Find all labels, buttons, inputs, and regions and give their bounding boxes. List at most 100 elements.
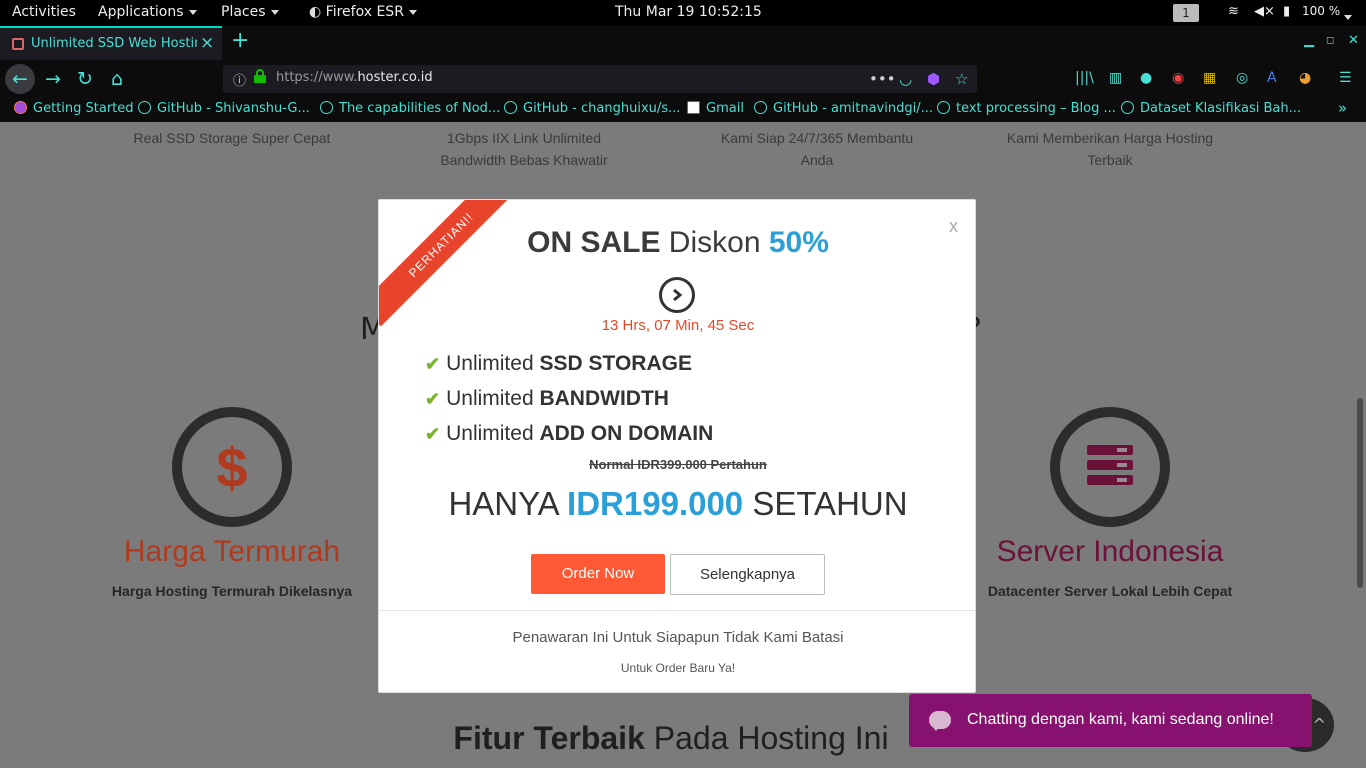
globe-icon (138, 101, 151, 114)
active-tab[interactable]: Unlimited SSD Web Hosting × (0, 26, 222, 60)
back-arrow-icon[interactable]: ← (5, 64, 35, 94)
bookmark-label: GitHub - amitnavindgi/... (773, 101, 933, 116)
film-extension-icon[interactable]: ▦ (1203, 70, 1216, 86)
feature-caption: 1Gbps IIX Link Unlimited Bandwidth Bebas… (440, 130, 608, 168)
globe-icon (754, 101, 767, 114)
promo-modal: PERHATIAN!! x ON SALE Diskon 50% 13 Hrs,… (378, 199, 976, 693)
chat-text: Chatting dengan kami, kami sedang online… (967, 711, 1274, 728)
server-circle-icon (1050, 407, 1170, 527)
order-now-button[interactable]: Order Now (531, 554, 665, 594)
maximize-icon[interactable]: ◻ (1326, 35, 1334, 46)
divider (379, 610, 975, 611)
home-icon[interactable]: ⌂ (102, 64, 132, 94)
bookmark-label: Dataset Klasifikasi Bah... (1140, 101, 1302, 116)
account-icon[interactable]: ● (1140, 70, 1152, 86)
hamburger-menu-icon[interactable]: ☰ (1339, 70, 1352, 86)
card-subtitle: Datacenter Server Lokal Lebih Cepat (987, 583, 1233, 599)
bookmark-label: GitHub - Shivanshu-G... (157, 101, 310, 116)
system-top-bar: Activities Applications Places ◐ Firefox… (0, 0, 1366, 26)
page-actions-icon[interactable]: ••• (869, 70, 896, 88)
wifi-icon[interactable]: ≋ (1228, 4, 1239, 19)
site-favicon-icon (12, 38, 24, 50)
feature-item: ✔ Unlimited SSD STORAGE (425, 352, 692, 376)
bookmark-item[interactable]: Gmail (687, 101, 744, 116)
navigation-toolbar: ← → ↻ ⌂ ⓘ https://www.hoster.co.id ••• ◡… (0, 60, 1366, 98)
feature-bold: BANDWIDTH (539, 387, 669, 410)
bookmark-item[interactable]: Dataset Klasifikasi Bah... (1121, 101, 1301, 116)
sidebar-icon[interactable]: ▥ (1109, 70, 1122, 86)
applications-menu[interactable]: Applications (98, 4, 197, 20)
bookmark-item[interactable]: GitHub - amitnavindgi/... (754, 101, 933, 116)
bookmark-item[interactable]: GitHub - Shivanshu-G... (138, 101, 310, 116)
owl-extension-icon[interactable]: ◕ (1299, 70, 1311, 86)
price-suffix: SETAHUN (743, 485, 908, 522)
chat-banner[interactable]: Chatting dengan kami, kami sedang online… (909, 694, 1312, 747)
pocket-icon[interactable]: ◡ (899, 70, 912, 88)
bookmark-star-icon[interactable]: ☆ (955, 70, 968, 88)
url-host: hoster.co.id (357, 70, 433, 85)
globe-icon (1121, 101, 1134, 114)
battery-icon[interactable]: ▮ (1283, 4, 1290, 19)
bookmarks-toolbar: Getting Started GitHub - Shivanshu-G... … (0, 98, 1366, 122)
bookmark-item[interactable]: The capabilities of Nod... (320, 101, 500, 116)
globe-icon (504, 101, 517, 114)
feature-caption: Kami Siap 24/7/365 Membantu Anda (720, 130, 914, 168)
offer-note: Penawaran Ini Untuk Siapapun Tidak Kami … (512, 629, 844, 646)
url-text[interactable]: https://www.hoster.co.id (276, 70, 433, 85)
offer-subnote: Untuk Order Baru Ya! (620, 661, 736, 675)
volume-muted-icon[interactable]: ◀× (1254, 4, 1275, 19)
library-icon[interactable]: |||\ (1075, 70, 1094, 86)
tab-title: Unlimited SSD Web Hosting (31, 36, 197, 51)
features-heading-rest: Pada Hosting Ini (644, 720, 889, 756)
system-menu-chevron-icon[interactable] (1344, 9, 1352, 25)
forward-arrow-icon[interactable]: → (38, 64, 68, 94)
workspace-indicator[interactable]: 1 (1173, 4, 1199, 22)
dollar-icon: $ (216, 436, 248, 499)
checkmark-icon: ✔ (425, 424, 441, 444)
bookmark-label: text processing – Blog ... (956, 101, 1116, 116)
bookmark-label: Gmail (706, 101, 744, 116)
feature-prefix: Unlimited (446, 352, 540, 375)
bookmark-item[interactable]: GitHub - changhuixu/s... (504, 101, 680, 116)
screenshot-extension-icon[interactable]: ◉ (1172, 70, 1184, 86)
extension-shield-icon[interactable]: ⬢ (927, 70, 940, 88)
translate-extension-icon[interactable]: A (1267, 70, 1277, 86)
clock[interactable]: Thu Mar 19 10:52:15 (615, 4, 762, 20)
reload-icon[interactable]: ↻ (70, 64, 100, 94)
learn-more-button[interactable]: Selengkapnya (670, 554, 825, 595)
minimize-icon[interactable]: ▁ (1304, 33, 1314, 48)
lock-icon[interactable] (254, 69, 266, 83)
card-subtitle: Harga Hosting Termurah Dikelasnya (111, 583, 353, 599)
places-menu[interactable]: Places (221, 4, 279, 20)
close-tab-icon[interactable]: × (200, 33, 214, 53)
bookmark-item[interactable]: text processing – Blog ... (937, 101, 1116, 116)
feature-item: ✔ Unlimited ADD ON DOMAIN (425, 422, 713, 446)
chevron-down-icon (408, 9, 417, 15)
bookmark-item[interactable]: Getting Started (14, 101, 134, 116)
card-title: Server Indonesia (996, 535, 1224, 568)
more-bookmarks-chevron-icon[interactable]: » (1338, 99, 1347, 117)
firefox-icon: ◐ (309, 4, 326, 20)
page-content: Real SSD Storage Super Cepat 1Gbps IIX L… (0, 122, 1366, 768)
checkmark-icon: ✔ (425, 389, 441, 409)
feature-item: ✔ Unlimited BANDWIDTH (425, 387, 669, 411)
app-menu[interactable]: ◐ Firefox ESR (309, 4, 417, 20)
promo-price: HANYA IDR199.000 SETAHUN (379, 485, 975, 523)
globe-icon (320, 101, 333, 114)
close-window-icon[interactable]: ✕ (1348, 33, 1359, 48)
scrollbar-thumb[interactable] (1357, 398, 1363, 588)
feature-bold: SSD STORAGE (539, 352, 692, 375)
applications-label: Applications (98, 4, 184, 20)
price-amount: IDR199.000 (567, 485, 744, 522)
activities-button[interactable]: Activities (12, 4, 76, 20)
bookmark-label: The capabilities of Nod... (339, 101, 501, 116)
new-tab-icon[interactable]: + (231, 28, 249, 53)
gmail-icon (687, 101, 700, 114)
globe-extension-icon[interactable]: ◎ (1236, 70, 1248, 86)
countdown-timer: 13 Hrs, 07 Min, 45 Sec (601, 317, 755, 334)
url-bar[interactable]: ⓘ https://www.hoster.co.id ••• ◡ ⬢ ☆ (223, 65, 977, 93)
chevron-down-icon (188, 9, 197, 15)
info-icon[interactable]: ⓘ (233, 70, 246, 89)
feature-caption: Real SSD Storage Super Cepat (133, 130, 331, 146)
price-prefix: HANYA (448, 485, 568, 522)
